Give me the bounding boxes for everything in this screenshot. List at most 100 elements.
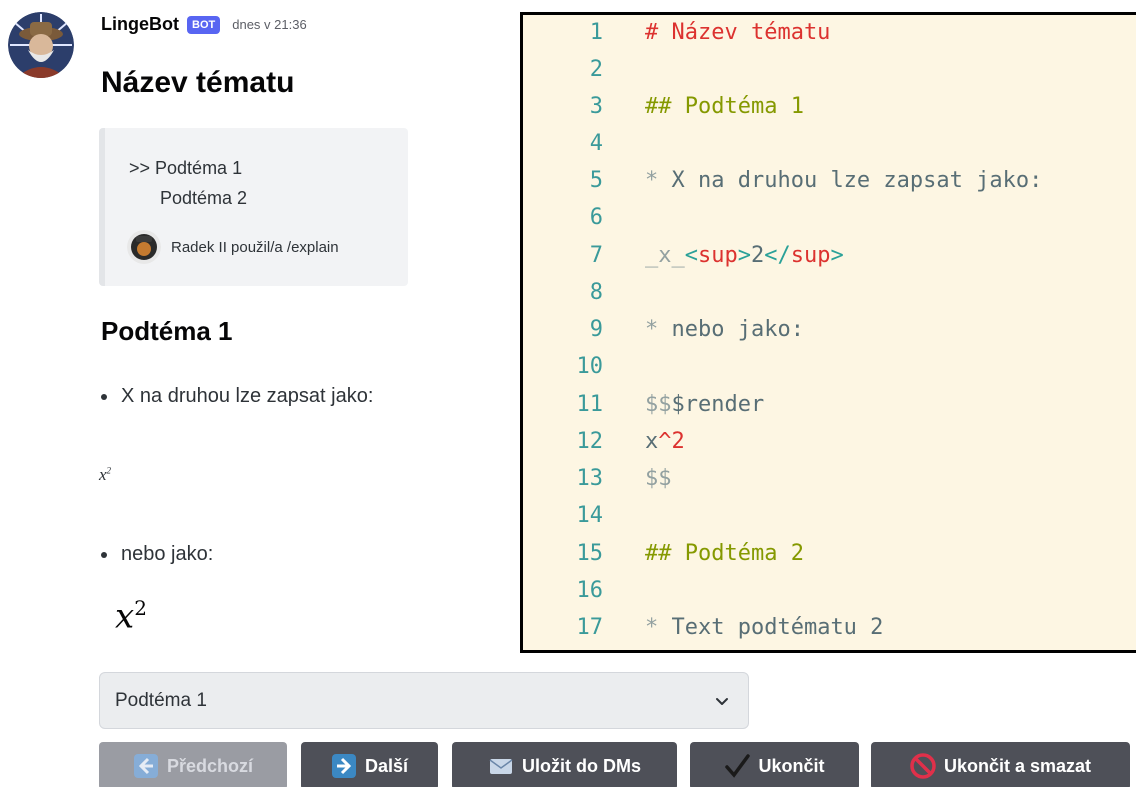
next-button[interactable]: Další xyxy=(301,742,438,787)
line-number: 2 xyxy=(589,57,603,82)
line-number: 15 xyxy=(576,541,604,566)
line-number: 16 xyxy=(576,578,604,603)
save-to-dms-button[interactable]: Uložit do DMs xyxy=(452,742,677,787)
bot-avatar[interactable] xyxy=(8,12,74,78)
line-number: 10 xyxy=(576,354,604,379)
code-token: nebo jako: xyxy=(671,317,804,342)
code-token: * xyxy=(645,317,672,342)
code-token: x xyxy=(645,429,659,454)
code-token: X na druhou lze zapsat jako: xyxy=(671,168,1043,193)
bot-tag: BOT xyxy=(187,15,221,34)
code-line: 2 xyxy=(523,55,645,85)
toc-item: Podtéma 2 xyxy=(160,188,248,208)
line-number: 13 xyxy=(576,466,604,491)
line-number: 5 xyxy=(589,168,603,193)
end-button[interactable]: Ukončit xyxy=(690,742,859,787)
embed-footer-text: Radek II použil/a /explain xyxy=(171,238,339,256)
code-content: ## Podtéma 2 xyxy=(603,539,804,569)
code-content: ## Podtéma 1 xyxy=(603,92,804,122)
code-token: * xyxy=(645,168,672,193)
source-code-panel: 1 # Název tématu 2 3 ## Podtéma 1 4 5 * X na dr… xyxy=(520,12,1136,653)
code-token: # Název tématu xyxy=(645,20,831,45)
code-token: ^ xyxy=(658,429,672,454)
line-number: 14 xyxy=(576,503,604,528)
code-token: $render xyxy=(671,392,765,417)
save-label: Uložit do DMs xyxy=(522,755,641,776)
checkmark-icon xyxy=(725,754,751,778)
line-number: 6 xyxy=(589,205,603,230)
code-line: 7 _x_<sup>2</sup> xyxy=(523,241,844,271)
code-token: ## Podtéma 1 xyxy=(645,94,804,119)
code-token: Text podtématu 2 xyxy=(671,615,884,640)
select-value: Podtéma 1 xyxy=(115,690,207,711)
code-line: 11 $$$render xyxy=(523,390,765,420)
code-token: 2 xyxy=(671,429,685,454)
embed-footer: Radek II použil/a /explain xyxy=(127,230,339,264)
line-number: 4 xyxy=(589,131,603,156)
code-line: 13 $$ xyxy=(523,464,672,494)
code-content: _x_<sup>2</sup> xyxy=(603,241,844,271)
line-number: 9 xyxy=(589,317,603,342)
code-line: 5 * X na druhou lze zapsat jako: xyxy=(523,166,1043,196)
line-number: 17 xyxy=(576,615,604,640)
code-content: * Text podtématu 2 xyxy=(603,613,883,643)
list-item: nebo jako: xyxy=(101,543,213,566)
code-token: $$ xyxy=(645,392,672,417)
chevron-down-icon xyxy=(716,698,728,705)
code-content: x^2 xyxy=(603,427,685,457)
end-and-delete-button[interactable]: Ukončit a smazat xyxy=(871,742,1130,787)
envelope-icon xyxy=(489,759,513,774)
code-line: 16 xyxy=(523,576,645,606)
code-content: $$ xyxy=(603,464,672,494)
previous-label: Předchozí xyxy=(166,755,254,776)
code-content: * nebo jako: xyxy=(603,315,804,345)
code-line: 12 x^2 xyxy=(523,427,685,457)
code-line: 4 xyxy=(523,129,645,159)
code-line: 10 xyxy=(523,352,645,382)
user-avatar xyxy=(127,230,161,264)
code-content: * X na druhou lze zapsat jako: xyxy=(603,166,1042,196)
line-number: 11 xyxy=(576,392,604,417)
code-content: $$$render xyxy=(603,390,764,420)
subtopic-select[interactable]: Podtéma 1 xyxy=(99,672,749,729)
next-label: Další xyxy=(364,755,409,776)
toc-embed: >> Podtéma 1 Podtéma 2 Radek II použil/a… xyxy=(99,128,408,286)
end-delete-label: Ukončit a smazat xyxy=(943,755,1092,776)
message-title: Název tématu xyxy=(101,66,295,99)
rendered-math: x2 xyxy=(115,596,147,637)
toc-item-current: >> Podtéma 1 xyxy=(129,158,243,178)
code-token: sup xyxy=(790,243,831,268)
code-line: 1 # Název tématu xyxy=(523,18,831,48)
line-number: 1 xyxy=(589,20,603,45)
code-token: < xyxy=(684,243,698,268)
previous-button[interactable]: Předchozí xyxy=(99,742,287,787)
code-line: 15 ## Podtéma 2 xyxy=(523,539,804,569)
code-token: > xyxy=(737,243,751,268)
username[interactable]: LingeBot xyxy=(101,14,179,35)
code-token: > xyxy=(830,243,844,268)
code-token: $$ xyxy=(645,466,672,491)
line-number: 12 xyxy=(576,429,604,454)
section-title: Podtéma 1 xyxy=(101,316,233,346)
bullet-dot xyxy=(101,551,107,558)
code-line: 6 xyxy=(523,203,645,233)
code-line: 8 xyxy=(523,278,645,308)
code-token: 2 xyxy=(751,243,765,268)
message-header: LingeBot BOT dnes v 21:36 xyxy=(101,14,307,35)
list-item-text: nebo jako: xyxy=(121,543,214,565)
inline-math-small: x2 xyxy=(99,465,112,484)
end-label: Ukončit xyxy=(758,755,825,776)
prohibited-icon xyxy=(910,753,936,779)
timestamp: dnes v 21:36 xyxy=(232,17,307,32)
list-item: X na druhou lze zapsat jako: xyxy=(101,385,373,408)
list-item-text: X na druhou lze zapsat jako: xyxy=(121,385,374,407)
arrow-left-icon xyxy=(133,754,158,778)
code-line: 14 xyxy=(523,501,645,531)
code-token: sup xyxy=(698,243,738,268)
arrow-right-icon xyxy=(331,754,356,778)
bullet-dot xyxy=(101,393,107,400)
code-token: </ xyxy=(764,243,791,268)
code-line: 9 * nebo jako: xyxy=(523,315,804,345)
line-number: 3 xyxy=(589,94,603,119)
code-content: # Název tématu xyxy=(603,18,830,48)
